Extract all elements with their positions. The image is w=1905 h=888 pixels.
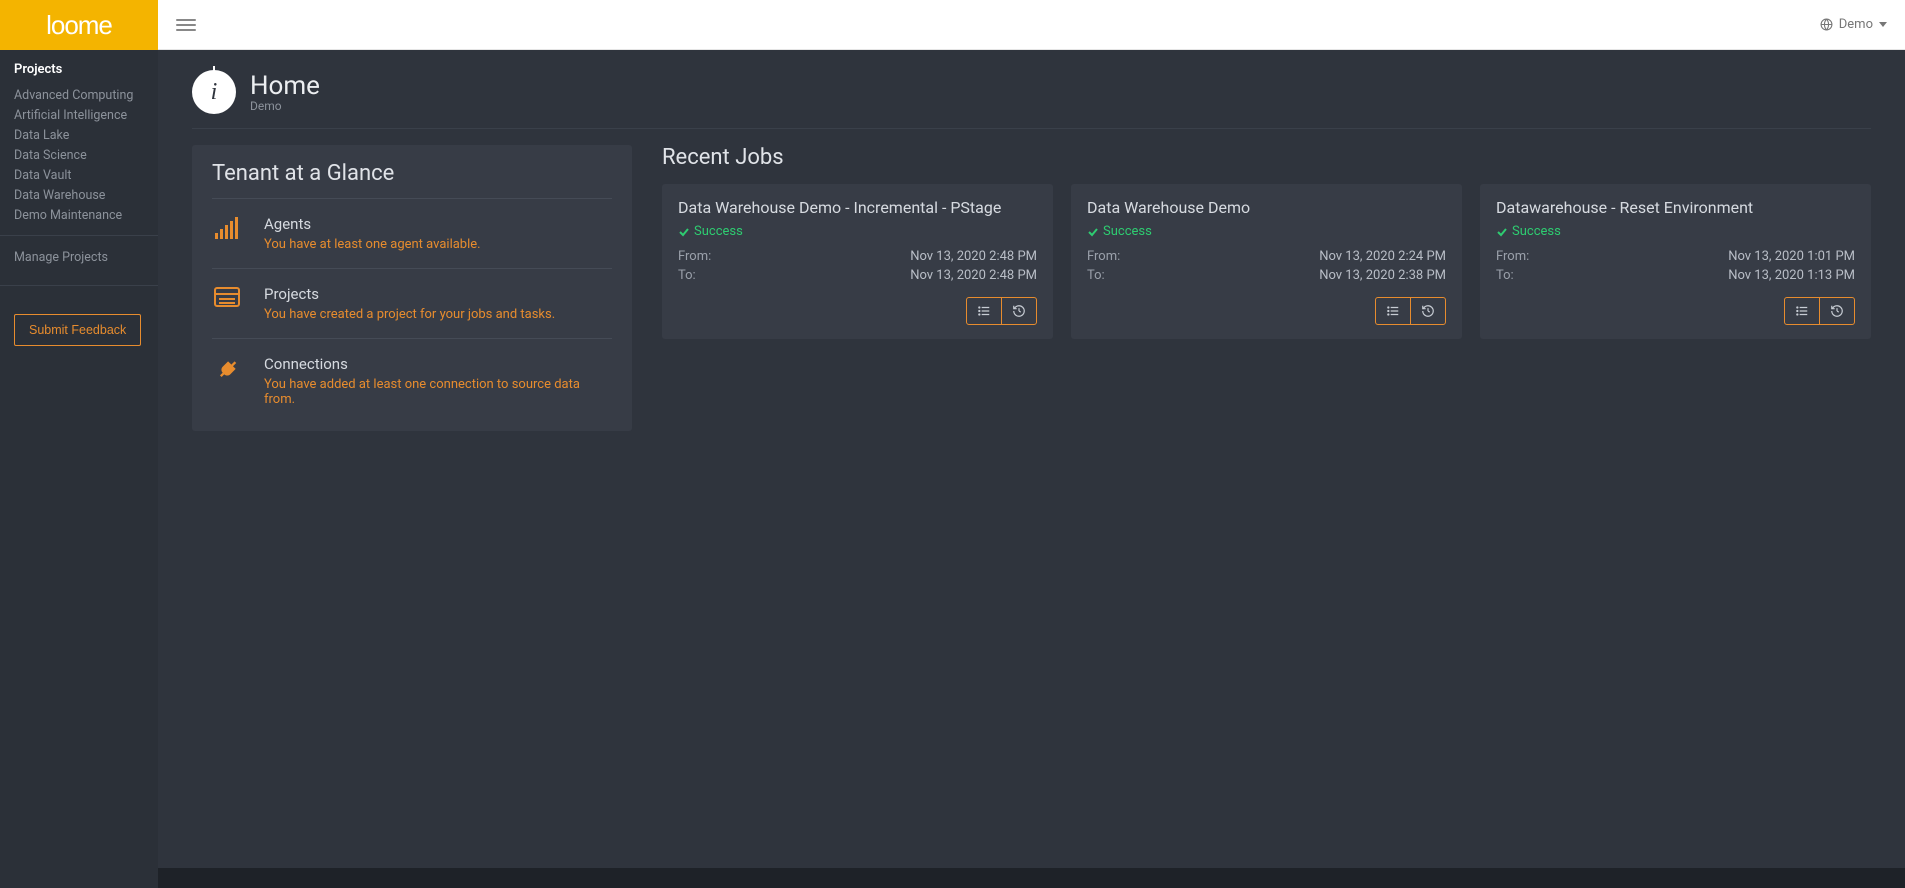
job-status-text: Success: [1512, 224, 1561, 239]
job-actions: [966, 297, 1037, 325]
signal-icon: [212, 215, 242, 239]
from-label: From:: [1087, 249, 1120, 264]
job-to-row: To: Nov 13, 2020 1:13 PM: [1496, 268, 1855, 283]
job-details-button[interactable]: [967, 298, 1002, 324]
job-name: Datawarehouse - Reset Environment: [1496, 198, 1855, 218]
glance-label: Agents: [264, 215, 481, 233]
job-details-button[interactable]: [1785, 298, 1820, 324]
main-content: i Home Demo Tenant at a Glance Agents: [158, 50, 1905, 868]
list-icon: [212, 285, 242, 307]
user-menu[interactable]: Demo: [1820, 17, 1887, 32]
sidebar-item-data-warehouse[interactable]: Data Warehouse: [14, 185, 144, 205]
glance-desc: You have added at least one connection t…: [264, 377, 612, 407]
history-icon: [1012, 304, 1026, 318]
job-to-value: Nov 13, 2020 1:13 PM: [1728, 268, 1855, 283]
glance-row-agents: Agents You have at least one agent avail…: [212, 199, 612, 269]
info-icon: i: [192, 70, 236, 114]
history-icon: [1830, 304, 1844, 318]
job-card: Data Warehouse Demo Success From: Nov 13…: [1071, 184, 1462, 339]
history-icon: [1421, 304, 1435, 318]
glance-label: Projects: [264, 285, 555, 303]
page-title: Home: [250, 71, 320, 101]
job-to-value: Nov 13, 2020 2:48 PM: [910, 268, 1037, 283]
job-status-text: Success: [1103, 224, 1152, 239]
recent-jobs-section: Recent Jobs Data Warehouse Demo - Increm…: [662, 145, 1871, 339]
job-rerun-button[interactable]: [1411, 298, 1445, 324]
job-status: Success: [1496, 224, 1855, 239]
submit-feedback-button[interactable]: Submit Feedback: [14, 314, 141, 346]
sidebar-item-data-science[interactable]: Data Science: [14, 145, 144, 165]
job-status-text: Success: [694, 224, 743, 239]
sidebar-heading-projects: Projects: [14, 62, 144, 77]
caret-down-icon: [1879, 22, 1887, 27]
job-from-value: Nov 13, 2020 2:48 PM: [910, 249, 1037, 264]
job-from-value: Nov 13, 2020 1:01 PM: [1728, 249, 1855, 264]
to-label: To:: [678, 268, 696, 283]
job-rerun-button[interactable]: [1820, 298, 1854, 324]
job-from-row: From: Nov 13, 2020 2:24 PM: [1087, 249, 1446, 264]
tenant-glance-panel: Tenant at a Glance Agents You have at le…: [192, 145, 632, 431]
glance-row-projects: Projects You have created a project for …: [212, 269, 612, 339]
job-to-value: Nov 13, 2020 2:38 PM: [1319, 268, 1446, 283]
manage-projects-link[interactable]: Manage Projects: [14, 246, 144, 275]
job-name: Data Warehouse Demo: [1087, 198, 1446, 218]
sidebar-item-demo-maintenance[interactable]: Demo Maintenance: [14, 205, 144, 225]
glance-title: Tenant at a Glance: [212, 161, 612, 199]
sidebar-item-artificial-intelligence[interactable]: Artificial Intelligence: [14, 105, 144, 125]
job-name: Data Warehouse Demo - Incremental - PSta…: [678, 198, 1037, 218]
job-status: Success: [678, 224, 1037, 239]
sidebar-item-data-vault[interactable]: Data Vault: [14, 165, 144, 185]
page-subtitle: Demo: [250, 99, 320, 113]
job-from-row: From: Nov 13, 2020 1:01 PM: [1496, 249, 1855, 264]
job-rerun-button[interactable]: [1002, 298, 1036, 324]
sidebar: loome Projects Advanced Computing Artifi…: [0, 0, 158, 888]
to-label: To:: [1496, 268, 1514, 283]
sidebar-divider: [0, 235, 158, 236]
brand-logo[interactable]: loome: [0, 0, 158, 50]
job-card: Datawarehouse - Reset Environment Succes…: [1480, 184, 1871, 339]
list-icon: [977, 304, 991, 318]
user-menu-label: Demo: [1839, 17, 1873, 32]
glance-desc: You have created a project for your jobs…: [264, 307, 555, 322]
sidebar-project-list: Advanced Computing Artificial Intelligen…: [14, 85, 144, 225]
menu-toggle-icon[interactable]: [176, 19, 196, 31]
sidebar-divider: [0, 285, 158, 286]
job-details-button[interactable]: [1376, 298, 1411, 324]
to-label: To:: [1087, 268, 1105, 283]
job-actions: [1375, 297, 1446, 325]
job-actions: [1784, 297, 1855, 325]
check-icon: [1087, 226, 1099, 238]
job-from-row: From: Nov 13, 2020 2:48 PM: [678, 249, 1037, 264]
list-icon: [1795, 304, 1809, 318]
topbar: Demo: [158, 0, 1905, 50]
glance-row-connections: Connections You have added at least one …: [212, 339, 612, 411]
glance-label: Connections: [264, 355, 612, 373]
from-label: From:: [1496, 249, 1529, 264]
list-icon: [1386, 304, 1400, 318]
from-label: From:: [678, 249, 711, 264]
job-to-row: To: Nov 13, 2020 2:38 PM: [1087, 268, 1446, 283]
sidebar-item-data-lake[interactable]: Data Lake: [14, 125, 144, 145]
job-status: Success: [1087, 224, 1446, 239]
sidebar-item-advanced-computing[interactable]: Advanced Computing: [14, 85, 144, 105]
check-icon: [1496, 226, 1508, 238]
job-to-row: To: Nov 13, 2020 2:48 PM: [678, 268, 1037, 283]
job-card: Data Warehouse Demo - Incremental - PSta…: [662, 184, 1053, 339]
brand-text: loome: [46, 10, 112, 41]
page-header: i Home Demo: [192, 70, 1871, 129]
job-from-value: Nov 13, 2020 2:24 PM: [1319, 249, 1446, 264]
plug-icon: [212, 355, 242, 383]
recent-jobs-title: Recent Jobs: [662, 145, 1871, 170]
glance-desc: You have at least one agent available.: [264, 237, 481, 252]
footer-strip: [158, 868, 1905, 888]
check-icon: [678, 226, 690, 238]
globe-icon: [1820, 18, 1833, 31]
